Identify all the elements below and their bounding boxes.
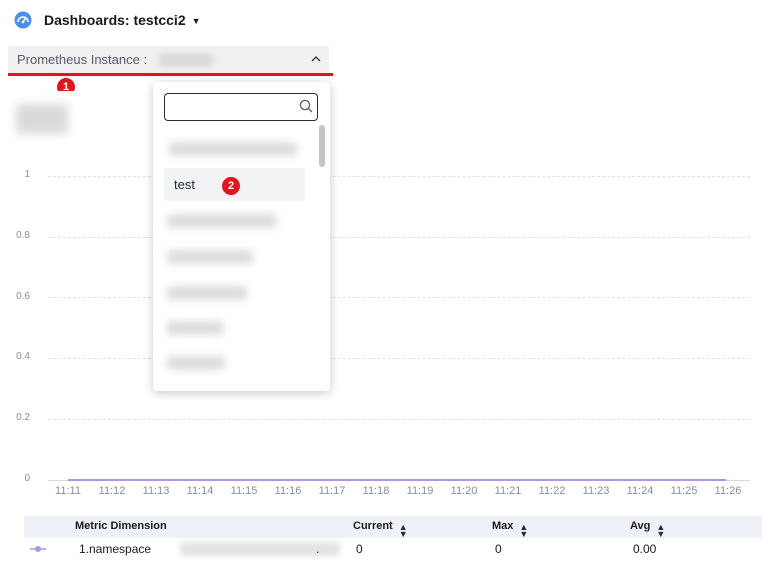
- prometheus-instance-select[interactable]: Prometheus Instance :: [8, 46, 329, 73]
- x-tick-label: 11:22: [538, 485, 566, 497]
- column-max-label: Max: [492, 520, 514, 532]
- metrics-table-header: Metric Dimension Current ▲ ▼ Max ▲ ▼ Avg ▲ ▼: [24, 516, 762, 539]
- x-tick-label: 11:11: [55, 485, 81, 497]
- option-label: test: [174, 177, 195, 192]
- x-tick-label: 11:19: [406, 485, 434, 497]
- instance-value-redacted: [159, 52, 214, 67]
- instance-select-label: Prometheus Instance :: [17, 52, 148, 67]
- dashboard-header[interactable]: Dashboards: testcci2 ▼: [14, 10, 201, 30]
- step-badge-2: 2: [222, 177, 240, 195]
- column-max[interactable]: Max ▲ ▼: [492, 520, 528, 539]
- caret-down-icon[interactable]: ▼: [192, 16, 201, 26]
- column-avg[interactable]: Avg ▲ ▼: [630, 520, 665, 539]
- x-tick-label: 11:13: [142, 485, 170, 497]
- dropdown-scrollbar[interactable]: [319, 125, 325, 167]
- sort-icon[interactable]: ▲ ▼: [519, 523, 528, 539]
- series-legend-icon: [30, 546, 46, 552]
- y-tick-label: 0.8: [16, 230, 30, 241]
- x-tick-label: 11:18: [362, 485, 390, 497]
- series-line[interactable]: [68, 479, 726, 481]
- instance-dropdown-menu: [153, 82, 330, 391]
- page-title: Dashboards: testcci2: [44, 12, 186, 28]
- avg-value: 0.00: [633, 542, 657, 556]
- dropdown-option-redacted[interactable]: [167, 321, 223, 335]
- x-tick-label: 11:17: [318, 485, 346, 497]
- dropdown-option-redacted[interactable]: [167, 356, 225, 370]
- metric-dimension-suffix: .: [316, 542, 320, 556]
- sort-icon[interactable]: ▲ ▼: [399, 523, 408, 539]
- highlight-underline: [8, 73, 333, 76]
- y-tick-label: 0.2: [16, 412, 30, 423]
- metric-dimension-value: 1.namespace: [79, 542, 152, 556]
- instance-search-input[interactable]: [164, 93, 318, 121]
- x-tick-label: 11:25: [670, 485, 698, 497]
- x-tick-label: 11:16: [274, 485, 302, 497]
- column-metric-dimension: Metric Dimension: [75, 520, 167, 532]
- column-avg-label: Avg: [630, 520, 651, 532]
- chart-panel: [6, 91, 762, 511]
- max-value: 0: [495, 542, 502, 556]
- column-current[interactable]: Current ▲ ▼: [353, 520, 408, 539]
- y-tick-label: 0.4: [16, 351, 30, 362]
- current-value: 0: [356, 542, 363, 556]
- column-current-label: Current: [353, 520, 393, 532]
- grid-line: [48, 419, 750, 420]
- dropdown-option-redacted[interactable]: [169, 142, 297, 156]
- x-tick-label: 11:14: [186, 485, 214, 497]
- x-tick-label: 11:24: [626, 485, 654, 497]
- x-tick-label: 11:26: [714, 485, 742, 497]
- y-tick-label: 0.6: [16, 291, 30, 302]
- chevron-up-icon: [311, 56, 321, 62]
- x-tick-label: 11:21: [494, 485, 522, 497]
- x-tick-label: 11:20: [450, 485, 478, 497]
- panel-title-redacted: [16, 104, 68, 134]
- x-tick-label: 11:23: [582, 485, 610, 497]
- dropdown-option-redacted[interactable]: [167, 250, 253, 264]
- dropdown-option-redacted[interactable]: [167, 286, 247, 300]
- x-tick-label: 11:15: [230, 485, 258, 497]
- table-row[interactable]: 1.namespace . 0 0 0.00: [24, 538, 762, 560]
- search-icon[interactable]: [299, 99, 313, 113]
- y-tick-label: 0: [24, 473, 30, 484]
- dropdown-option-redacted[interactable]: [167, 214, 277, 228]
- y-tick-label: 1: [24, 169, 30, 180]
- x-tick-label: 11:12: [98, 485, 126, 497]
- dashboard-gauge-icon: [14, 11, 32, 29]
- sort-icon[interactable]: ▲ ▼: [656, 523, 665, 539]
